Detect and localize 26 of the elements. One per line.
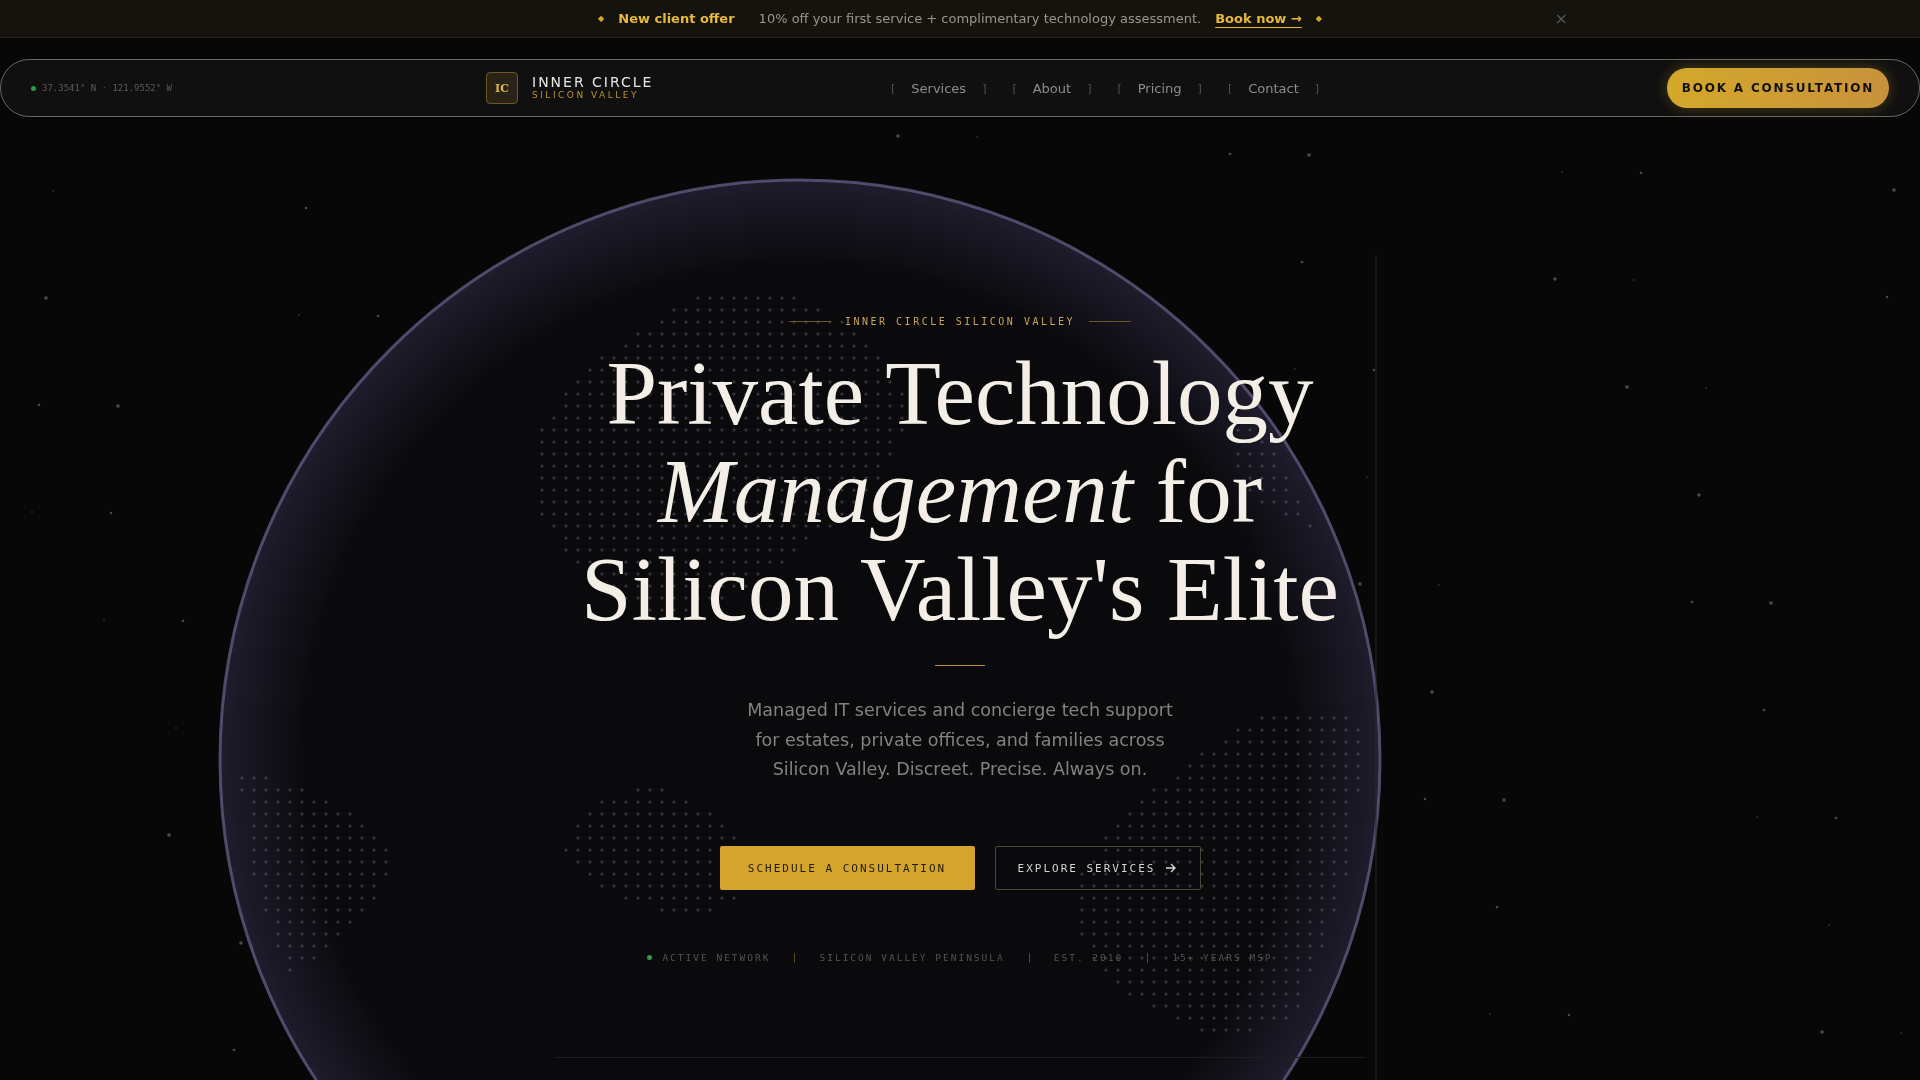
nav-link[interactable]: [ Pricing ]: [1117, 80, 1202, 96]
book-now-link[interactable]: Book now →: [1215, 11, 1302, 26]
diamond-icon: ◆: [1315, 14, 1322, 23]
coordinates-text: 37.3541° N · 121.9552° W: [42, 83, 173, 93]
book-consultation-button[interactable]: BOOK A CONSULTATION: [1667, 68, 1889, 108]
stat-text: EST. 2010: [1053, 952, 1124, 963]
nav-link[interactable]: [ Contact ]: [1227, 80, 1320, 96]
nav-link[interactable]: [ About ]: [1012, 80, 1092, 96]
stat-text: 15+ YEARS MSP: [1172, 952, 1273, 963]
nav-link[interactable]: [ Services ]: [891, 80, 987, 96]
stat-text: SILICON VALLEY PENINSULA: [819, 952, 1005, 963]
brand-subtitle: SILICON VALLEY: [532, 90, 640, 101]
hero-heading: Private Technology Management for Silicon Valley's Elite: [581, 345, 1339, 639]
logo-mark[interactable]: IC: [486, 72, 518, 104]
status-dot: [647, 955, 653, 960]
status-dot: [31, 85, 36, 91]
diamond-icon: ◆: [598, 14, 605, 23]
explore-services-button[interactable]: EXPLORE SERVICES: [994, 846, 1201, 890]
offer-message: 10% off your first service + complimentary technology assessment.: [758, 11, 1202, 26]
stat-text: ACTIVE NETWORK: [662, 952, 771, 963]
schedule-consultation-button[interactable]: SCHEDULE A CONSULTATION: [719, 846, 975, 890]
brand-name: INNER CIRCLE: [532, 75, 654, 90]
arrow-right-icon: [1165, 862, 1178, 874]
hero-description: Managed IT services and concierge tech support for estates, private offices, and families across Silicon Valley. Discreet. Precise. Always on.: [746, 699, 1174, 781]
offer-title: New client offer: [618, 11, 735, 26]
eyebrow-text: INNER CIRCLE SILICON VALLEY: [844, 316, 1076, 327]
